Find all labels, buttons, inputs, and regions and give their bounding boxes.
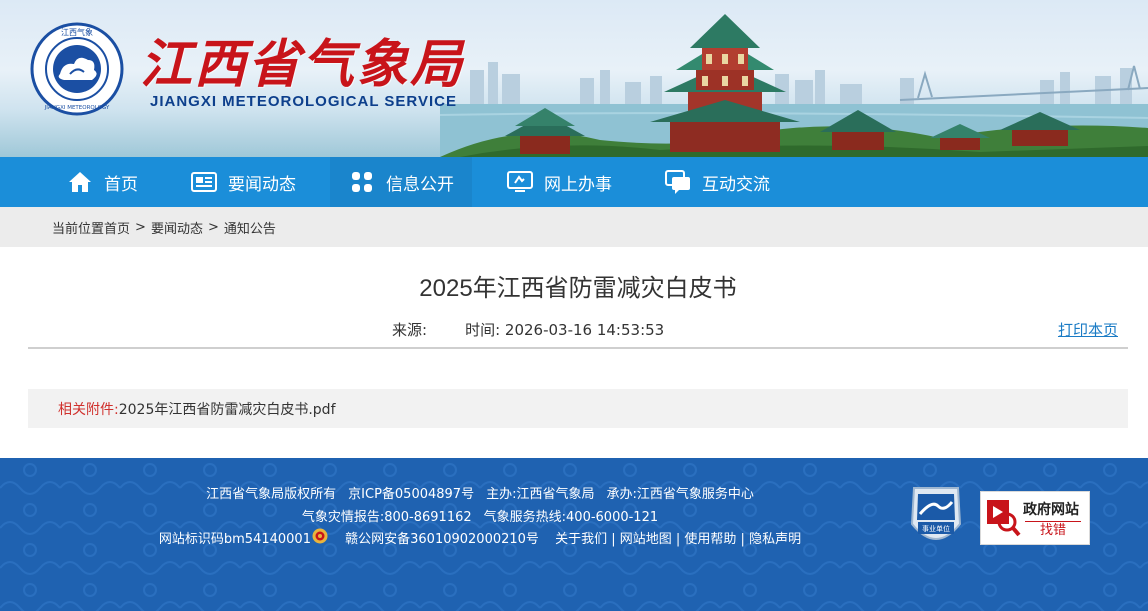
- publish-time: 2026-03-16 14:53:53: [504, 321, 665, 339]
- emblem-top-text: 江西气象: [61, 27, 93, 37]
- sponsor-text: 主办:江西省气象局: [486, 487, 595, 502]
- nav-item-online-services[interactable]: 网上办事: [488, 157, 630, 207]
- footer-link-sitemap[interactable]: 网站地图: [620, 532, 672, 547]
- footer-link-privacy[interactable]: 隐私声明: [749, 532, 801, 547]
- nav-item-news[interactable]: 要闻动态: [172, 157, 314, 207]
- magnifier-icon: [987, 500, 1021, 537]
- source-label: 来源:: [392, 321, 428, 339]
- nav-item-info-disclosure[interactable]: 信息公开: [330, 157, 472, 207]
- service-hotline: 气象服务热线:400-6000-121: [483, 510, 659, 525]
- site-logo-english: JIANGXI METEOROLOGICAL SERVICE: [150, 93, 457, 110]
- icp-record: 京ICP备05004897号: [348, 487, 475, 502]
- title-divider: [28, 347, 1128, 349]
- breadcrumb: 当前位置 首页 > 要闻动态 > 通知公告: [0, 207, 1148, 247]
- breadcrumb-separator: >: [135, 219, 146, 235]
- footer-line-1: 江西省气象局版权所有 京ICP备05004897号 主办:江西省气象局 承办:江西省气…: [0, 483, 960, 502]
- site-id-code: 网站标识码bm54140001: [158, 532, 311, 547]
- site-logo-chinese: 江西省气象局: [140, 34, 465, 95]
- gov-site-error-report[interactable]: 政府网站 找错: [980, 491, 1090, 545]
- attachment-label: 相关附件:: [58, 401, 119, 418]
- news-icon: [190, 170, 218, 194]
- nav-item-label: 首页: [104, 174, 138, 195]
- site-footer: 江西省气象局版权所有 京ICP备05004897号 主办:江西省气象局 承办:江西省气…: [0, 458, 1148, 611]
- breadcrumb-separator: >: [207, 219, 219, 235]
- nav-item-label: 网上办事: [544, 174, 612, 195]
- breadcrumb-link-news[interactable]: 要闻动态: [151, 218, 203, 237]
- public-institution-seal[interactable]: 事业单位: [908, 484, 964, 550]
- footer-line-2: 气象灾情报告:800-8691162 气象服务热线:400-6000-121: [0, 506, 960, 525]
- print-page-link[interactable]: 打印本页: [1058, 319, 1118, 340]
- nav-item-interaction[interactable]: 互动交流: [646, 157, 788, 207]
- seal-label: 事业单位: [922, 524, 950, 533]
- article-content: 2025年江西省防雷减灾白皮书 来源: 时间: 2026-03-16 14:53:…: [0, 247, 1148, 458]
- chat-icon: [664, 170, 692, 194]
- breadcrumb-link-home[interactable]: 首页: [104, 218, 130, 237]
- breadcrumb-link-notices[interactable]: 通知公告: [224, 218, 276, 237]
- footer-line-3: 网站标识码bm54140001 赣公网安备36010902000210号 关于我…: [158, 532, 802, 547]
- meteorological-emblem: 江西气象 JIANGXI METEOROLOGY: [30, 22, 124, 116]
- article-title: 2025年江西省防雷减灾白皮书: [419, 275, 737, 302]
- breadcrumb-prefix: 当前位置: [52, 221, 105, 237]
- time-label: 时间:: [465, 321, 501, 339]
- undertaker-text: 承办:江西省气象服务中心: [606, 487, 754, 502]
- error-report-label: 找错: [1025, 521, 1081, 539]
- emblem-bottom-text: JIANGXI METEOROLOGY: [44, 105, 110, 111]
- copyright-text: 江西省气象局版权所有: [206, 487, 337, 502]
- attachment-row: 相关附件: 2025年江西省防雷减灾白皮书.pdf: [28, 389, 1128, 428]
- police-badge-icon: [312, 528, 328, 544]
- header-banner: 江西气象 JIANGXI METEOROLOGY 江西省气象局 JIANGXI …: [0, 0, 1148, 157]
- footer-link-help[interactable]: 使用帮助: [684, 532, 736, 547]
- disaster-report-phone: 气象灾情报告:800-8691162: [301, 510, 472, 525]
- footer-link-about[interactable]: 关于我们: [555, 532, 607, 547]
- attachment-file-link[interactable]: 2025年江西省防雷减灾白皮书.pdf: [119, 399, 336, 419]
- main-navigation: 首页 要闻动态 信息公开 网上办事 互动交流: [0, 157, 1148, 207]
- nav-item-label: 要闻动态: [228, 174, 296, 195]
- gov-site-label: 政府网站: [1023, 502, 1079, 518]
- nav-item-label: 信息公开: [386, 174, 454, 195]
- article-meta: 来源: 时间: 2026-03-16 14:53:53: [392, 319, 664, 340]
- home-icon: [66, 170, 94, 194]
- nav-item-label: 互动交流: [702, 174, 770, 195]
- monitor-icon: [506, 170, 534, 194]
- police-record: 赣公网安备36010902000210号: [345, 532, 539, 547]
- nav-item-home[interactable]: 首页: [48, 157, 156, 207]
- grid-icon: [348, 170, 376, 194]
